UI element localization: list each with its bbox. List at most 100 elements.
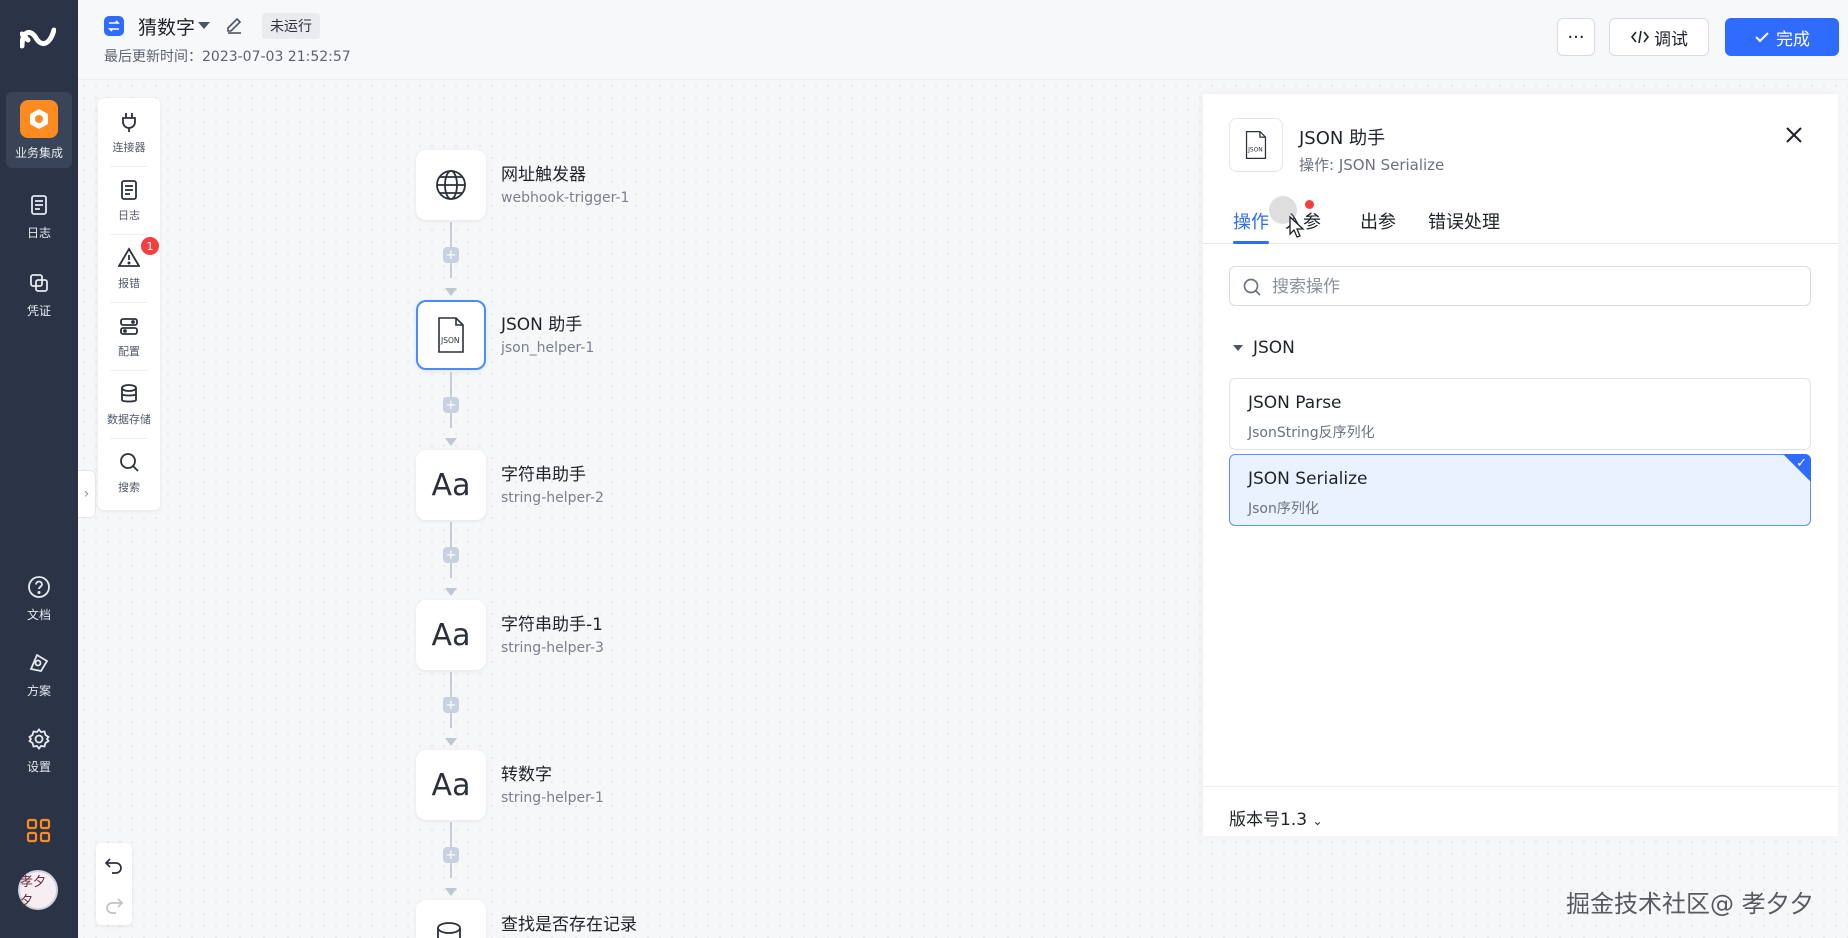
arrow-down-icon — [445, 738, 457, 746]
help-icon — [26, 574, 52, 600]
log-icon — [26, 192, 52, 218]
chevron-right-icon: › — [83, 486, 90, 502]
arrow-down-icon — [445, 588, 457, 596]
flow-node-string-helper-3[interactable]: Aa — [416, 600, 486, 670]
operation-json-parse[interactable]: JSON Parse JsonString反序列化 — [1229, 378, 1811, 450]
active-tab-indicator — [1233, 241, 1269, 244]
last-updated: 最后更新时间：2023-07-03 21:52:57 — [104, 49, 351, 65]
tool-data-store[interactable]: 数据存储 — [98, 372, 160, 438]
rail-item-solution[interactable]: 方案 — [6, 636, 72, 712]
operation-name: JSON Parse — [1248, 393, 1342, 413]
collapse-panel-button[interactable]: › — [78, 470, 96, 518]
operation-name: JSON Serialize — [1248, 469, 1368, 489]
watermark: 掘金技术社区@ 孝夕夕 — [1566, 890, 1814, 918]
tool-label: 搜索 — [118, 481, 140, 494]
tab-error-handling[interactable]: 错误处理 — [1428, 208, 1500, 234]
add-step-button[interactable]: + — [443, 547, 459, 563]
done-button[interactable]: 完成 — [1725, 18, 1839, 56]
user-avatar[interactable]: 孝夕夕 — [18, 870, 58, 910]
apps-grid-icon[interactable] — [26, 818, 52, 844]
check-icon: ✓ — [1796, 456, 1807, 471]
rail-label: 文档 — [26, 607, 51, 622]
add-step-button[interactable]: + — [443, 397, 459, 413]
arrow-down-icon — [445, 288, 457, 296]
warning-icon — [118, 247, 140, 267]
tool-label: 配置 — [118, 345, 140, 358]
database-icon — [437, 922, 461, 938]
tool-label: 数据存储 — [107, 413, 151, 426]
panel-subtitle: 操作: JSON Serialize — [1299, 156, 1445, 174]
svg-text:JSON: JSON — [440, 336, 460, 345]
debug-button[interactable]: 调试 — [1609, 18, 1709, 56]
brand-logo[interactable] — [20, 24, 56, 54]
divider — [110, 302, 148, 303]
tool-search[interactable]: 搜索 — [98, 440, 160, 506]
panel-node-icon: JSON — [1229, 118, 1283, 172]
rail-item-credential[interactable]: 凭证 — [6, 256, 72, 332]
tool-label: 报错 — [118, 277, 140, 290]
config-icon — [120, 318, 138, 335]
chevron-down-icon[interactable] — [198, 22, 210, 29]
node-name: 转数字 — [501, 765, 552, 785]
settings-icon — [26, 726, 52, 752]
tab-operation[interactable]: 操作 — [1233, 208, 1269, 234]
flow-node-webhook-trigger[interactable] — [416, 150, 486, 220]
flow-node-find-record[interactable] — [416, 900, 486, 938]
rail-item-settings[interactable]: 设置 — [6, 712, 72, 788]
mouse-cursor-icon — [1289, 215, 1305, 238]
integration-icon — [20, 99, 58, 138]
done-label: 完成 — [1776, 29, 1810, 50]
operation-json-serialize[interactable]: JSON Serialize Json序列化 ✓ — [1229, 454, 1811, 526]
node-id: string-helper-3 — [501, 640, 604, 656]
operation-search[interactable] — [1229, 266, 1811, 306]
redo-icon[interactable] — [104, 895, 124, 915]
log-icon — [121, 180, 137, 200]
operation-group-json[interactable]: JSON — [1233, 338, 1295, 358]
arrow-down-icon — [445, 438, 457, 446]
node-name: 查找是否存在记录 — [501, 915, 637, 935]
node-name: JSON 助手 — [501, 315, 583, 335]
flow-title[interactable]: 猜数字 — [138, 13, 195, 40]
tool-config[interactable]: 配置 — [98, 304, 160, 370]
tab-output[interactable]: 出参 — [1360, 208, 1396, 234]
json-file-icon: JSON — [438, 317, 464, 353]
add-step-button[interactable]: + — [443, 697, 459, 713]
close-icon[interactable] — [1783, 124, 1805, 146]
tool-log[interactable]: 日志 — [98, 168, 160, 234]
caret-down-icon — [1233, 345, 1243, 351]
svg-text:JSON: JSON — [1247, 147, 1263, 153]
divider — [110, 166, 148, 167]
divider — [110, 234, 148, 235]
flow-node-string-helper-2[interactable]: Aa — [416, 450, 486, 520]
flow-node-json-helper[interactable]: JSON — [416, 300, 486, 370]
rail-label: 方案 — [26, 683, 51, 698]
node-name: 字符串助手-1 — [501, 615, 603, 635]
panel-title: JSON 助手 — [1299, 128, 1386, 149]
edit-icon[interactable] — [224, 14, 244, 34]
history-panel — [96, 843, 132, 925]
group-label: JSON — [1253, 338, 1295, 358]
tool-connector[interactable]: 连接器 — [98, 100, 160, 166]
node-name: 字符串助手 — [501, 465, 586, 485]
node-id: webhook-trigger-1 — [501, 190, 630, 206]
rail-item-integration[interactable]: 业务集成 — [6, 92, 72, 168]
search-input[interactable] — [1272, 273, 1792, 301]
node-id: string-helper-2 — [501, 490, 604, 506]
rail-item-log[interactable]: 日志 — [6, 178, 72, 254]
more-button[interactable]: ··· — [1557, 18, 1595, 56]
version-select[interactable]: 版本号1.3 ⌄ — [1229, 805, 1323, 830]
text-icon: Aa — [431, 617, 471, 653]
tool-label: 日志 — [118, 209, 140, 222]
rail-item-docs[interactable]: 文档 — [6, 560, 72, 636]
undo-icon[interactable] — [104, 855, 124, 875]
rail-label: 日志 — [26, 225, 51, 240]
credential-icon — [26, 270, 52, 296]
operation-desc: Json序列化 — [1248, 501, 1319, 517]
flow-node-to-number[interactable]: Aa — [416, 750, 486, 820]
rail-label: 设置 — [26, 759, 51, 774]
add-step-button[interactable]: + — [443, 847, 459, 863]
solution-icon — [26, 650, 52, 676]
panel-footer: 版本号1.3 ⌄ — [1203, 786, 1838, 836]
error-count-badge: 1 — [141, 237, 159, 255]
add-step-button[interactable]: + — [443, 247, 459, 263]
